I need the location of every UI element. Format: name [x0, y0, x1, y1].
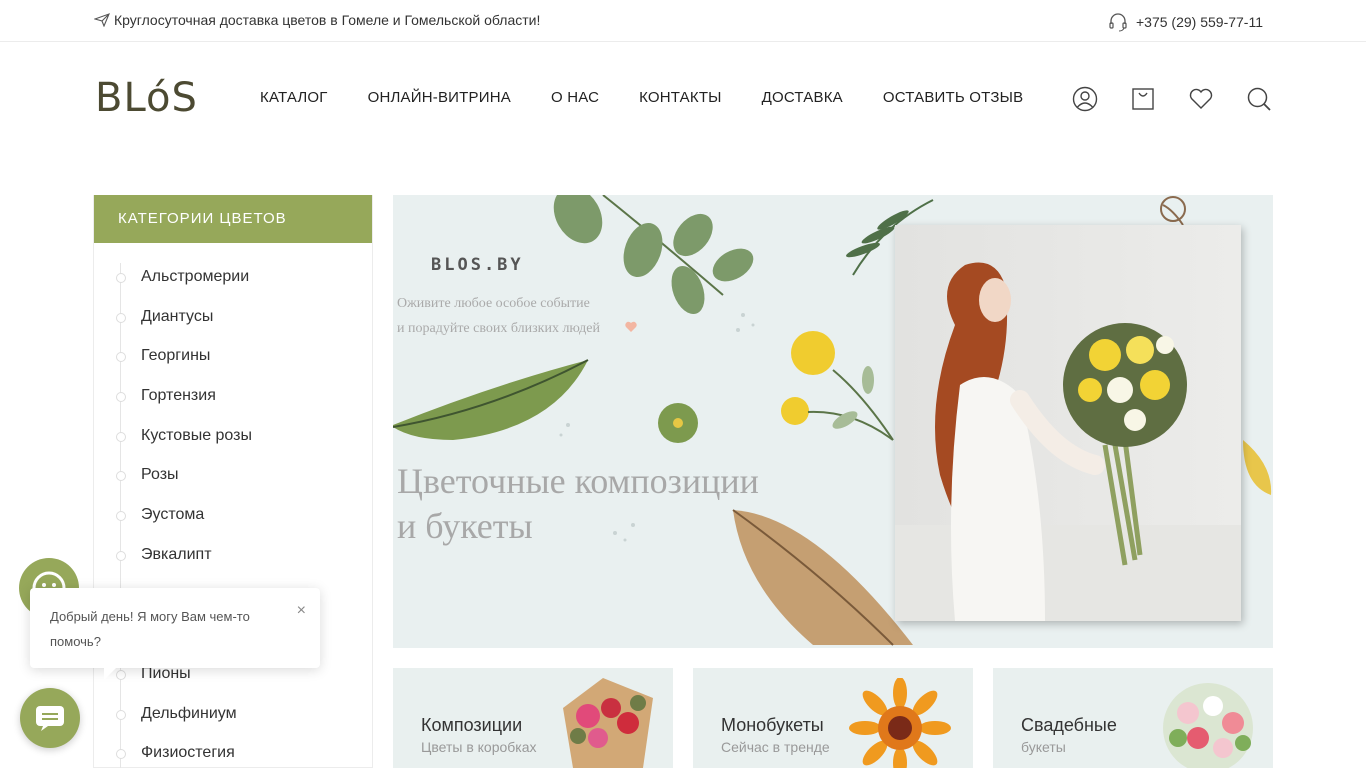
card-subtitle: букеты: [1021, 739, 1066, 755]
sidebar-title: КАТЕГОРИИ ЦВЕТОВ: [94, 195, 372, 243]
nav-online-showcase[interactable]: ОНЛАЙН-ВИТРИНА: [368, 89, 511, 106]
delivery-message: Круглосуточная доставка цветов в Гомеле …: [94, 12, 540, 28]
card-subtitle: Цветы в коробках: [421, 739, 537, 755]
nav-about[interactable]: О НАС: [551, 89, 599, 106]
category-card-compositions[interactable]: Композиции Цветы в коробках: [393, 668, 673, 768]
category-item[interactable]: Георгины: [94, 336, 372, 376]
banner-subtitle-line: Оживите любое особое событие: [397, 296, 590, 311]
chat-greeting-popup[interactable]: Добрый день! Я могу Вам чем-то помочь? ×: [30, 588, 320, 680]
search-icon[interactable]: [1246, 86, 1272, 112]
nav-delivery[interactable]: ДОСТАВКА: [762, 89, 843, 106]
category-item[interactable]: Эустома: [94, 495, 372, 535]
banner-brand: BLOS.BY: [431, 255, 524, 275]
nav-catalog[interactable]: КАТАЛОГ: [260, 89, 328, 106]
cart-icon[interactable]: [1130, 86, 1156, 112]
banner-headline-line: Цветочные композиции: [397, 461, 759, 501]
category-item[interactable]: Розы: [94, 455, 372, 495]
category-item[interactable]: Физиостегия: [94, 733, 372, 768]
nav-contacts[interactable]: КОНТАКТЫ: [639, 89, 722, 106]
paper-plane-icon: [94, 13, 110, 27]
category-card-wedding[interactable]: Свадебные букеты: [993, 668, 1273, 768]
chat-greeting-text: Добрый день! Я могу Вам чем-то помочь?: [50, 609, 250, 649]
chat-open-button[interactable]: [20, 688, 80, 748]
woman-with-bouquet-image: [895, 262, 1241, 621]
headset-icon: [1109, 13, 1127, 32]
category-item[interactable]: Гортензия: [94, 376, 372, 416]
category-list: Альстромерии Диантусы Георгины Гортензия…: [94, 243, 372, 768]
category-item[interactable]: Альстромерии: [94, 257, 372, 297]
nav-leave-review[interactable]: ОСТАВИТЬ ОТЗЫВ: [883, 89, 1023, 106]
banner-subtitle: Оживите любое особое событие и порадуйте…: [397, 291, 600, 341]
banner-subtitle-line: и порадуйте своих близких людей: [397, 321, 601, 336]
category-item[interactable]: Кустовые розы: [94, 416, 372, 456]
card-title: Композиции: [421, 715, 523, 735]
gerbera-image: [849, 678, 951, 768]
heart-icon[interactable]: [1188, 86, 1214, 112]
phone-number[interactable]: +375 (29) 559-77-11: [1136, 14, 1263, 30]
chat-icon: [36, 706, 64, 731]
hero-banner[interactable]: BLOS.BY Оживите любое особое событие и п…: [393, 195, 1273, 648]
banner-photo: [895, 225, 1241, 621]
header-icons: [1072, 86, 1272, 112]
category-card-monobouquets[interactable]: Монобукеты Сейчас в тренде: [693, 668, 973, 768]
phone-contact[interactable]: +375 (29) 559-77-11: [1108, 12, 1263, 32]
categories-sidebar: КАТЕГОРИИ ЦВЕТОВ Альстромерии Диантусы Г…: [93, 195, 373, 768]
user-icon[interactable]: [1072, 86, 1098, 112]
banner-headline: Цветочные композиции и букеты: [397, 459, 759, 549]
category-item[interactable]: Диантусы: [94, 297, 372, 337]
card-title: Монобукеты: [721, 715, 824, 735]
banner-headline-line: и букеты: [397, 506, 533, 546]
wedding-bouquet-image: [1163, 683, 1253, 768]
flower-box-image: [563, 678, 653, 768]
category-item[interactable]: Эвкалипт: [94, 535, 372, 575]
card-subtitle: Сейчас в тренде: [721, 739, 830, 755]
category-item[interactable]: Дельфиниум: [94, 694, 372, 734]
top-bar: Круглосуточная доставка цветов в Гомеле …: [0, 0, 1366, 42]
card-title: Свадебные: [1021, 715, 1117, 735]
logo[interactable]: BLóS: [95, 76, 198, 120]
close-icon[interactable]: ×: [297, 598, 306, 623]
site-header: BLóS КАТАЛОГ ОНЛАЙН-ВИТРИНА О НАС КОНТАК…: [0, 42, 1366, 154]
main-nav: КАТАЛОГ ОНЛАЙН-ВИТРИНА О НАС КОНТАКТЫ ДО…: [260, 89, 1023, 106]
delivery-message-text: Круглосуточная доставка цветов в Гомеле …: [114, 12, 541, 28]
